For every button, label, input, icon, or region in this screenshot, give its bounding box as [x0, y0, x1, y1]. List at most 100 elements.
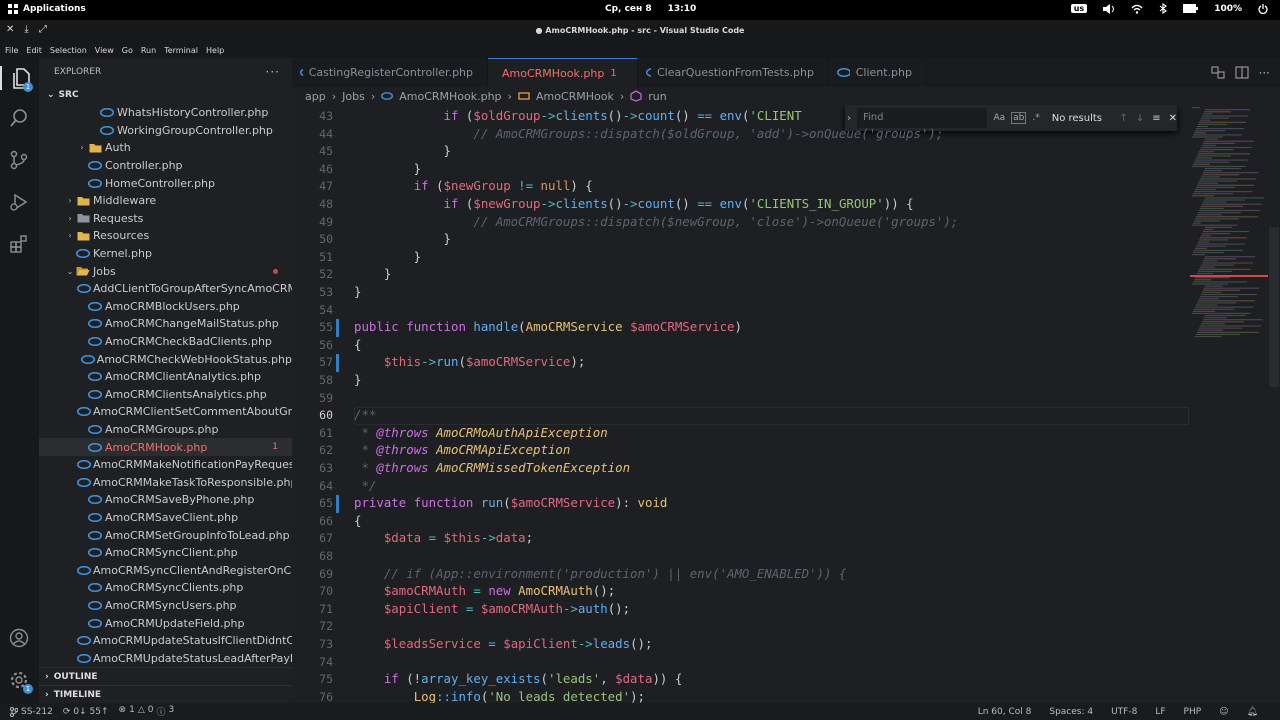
breadcrumb-item[interactable]: run: [648, 90, 666, 103]
tab-castingregistercontroller[interactable]: CastingRegisterController.php: [292, 58, 488, 87]
match-case-icon[interactable]: Aa: [993, 113, 1005, 123]
code-line[interactable]: $amoCRMAuth = new AmoCRMAuth();: [354, 583, 615, 598]
wifi-icon[interactable]: [1131, 4, 1143, 14]
run-debug-activity[interactable]: [7, 190, 31, 214]
applications-menu[interactable]: Applications: [8, 4, 86, 14]
compare-changes-icon[interactable]: [1211, 66, 1225, 79]
tree-folder[interactable]: › Requests: [39, 210, 292, 228]
code-line[interactable]: if ($newGroup->clients()->count() == env…: [354, 196, 914, 211]
menu-view[interactable]: View: [95, 46, 114, 55]
tree-file[interactable]: AmoCRMMakeTaskToResponsible.php: [39, 473, 292, 491]
menu-selection[interactable]: Selection: [50, 46, 87, 55]
code-line[interactable]: /**: [354, 407, 376, 422]
search-activity[interactable]: [7, 106, 31, 130]
explorer-activity[interactable]: 1: [0, 66, 39, 92]
code-line[interactable]: {: [354, 337, 361, 352]
tree-file[interactable]: HomeController.php: [39, 174, 292, 192]
code-line[interactable]: }: [354, 143, 451, 158]
code-line[interactable]: }: [354, 372, 361, 387]
tab-client[interactable]: Client.php: [829, 58, 927, 87]
sync-indicator[interactable]: ⟳ 0↓ 55↑: [63, 707, 109, 717]
code-line[interactable]: public function handle(AmoCRMService $am…: [354, 319, 742, 334]
code-line[interactable]: // if (App::environment('production') ||…: [354, 566, 847, 581]
tree-file[interactable]: AmoCRMSyncUsers.php: [39, 597, 292, 615]
menu-run[interactable]: Run: [141, 46, 156, 55]
tree-file[interactable]: AmoCRMMakeNotificationPayRequest....: [39, 456, 292, 474]
tree-folder[interactable]: › Auth: [39, 139, 292, 157]
code-line[interactable]: {: [354, 513, 361, 528]
tree-file[interactable]: AmoCRMCheckBadClients.php: [39, 333, 292, 351]
problems-indicator[interactable]: ⊗ 1 △ 0 ⓘ 3: [119, 705, 175, 718]
tree-file[interactable]: AmoCRMClientsAnalytics.php: [39, 386, 292, 404]
more-actions-icon[interactable]: ···: [266, 65, 280, 79]
code-line[interactable]: if ($oldGroup->clients()->count() == env…: [354, 108, 802, 123]
tab-clearquestionfromtests[interactable]: ClearQuestionFromTests.php: [638, 58, 829, 87]
source-control-activity[interactable]: [7, 148, 31, 172]
tree-folder[interactable]: ⌄ Jobs: [39, 262, 292, 280]
tree-file[interactable]: Controller.php: [39, 157, 292, 175]
volume-icon[interactable]: [1103, 3, 1115, 14]
code-line[interactable]: $apiClient = $amoCRMAuth->auth();: [354, 601, 630, 616]
vertical-scrollbar[interactable]: [1269, 227, 1279, 387]
breadcrumb-item[interactable]: Jobs: [342, 90, 365, 103]
tree-folder[interactable]: › Resources: [39, 227, 292, 245]
manage-activity[interactable]: 1: [7, 668, 33, 694]
system-tray[interactable]: us 100%: [1070, 3, 1268, 14]
tab-amocrmhook[interactable]: AmoCRMHook.php 1: [488, 58, 638, 87]
code-line[interactable]: * @throws AmoCRMoAuthApiException: [354, 425, 607, 440]
menu-help[interactable]: Help: [206, 46, 224, 55]
code-line[interactable]: * @throws AmoCRMMissedTokenException: [354, 460, 630, 475]
match-word-icon[interactable]: ab: [1011, 112, 1027, 124]
more-actions-icon[interactable]: ···: [1259, 66, 1270, 80]
code-line[interactable]: $data = $this->data;: [354, 530, 533, 545]
tree-file[interactable]: Kernel.php: [39, 245, 292, 263]
code-line[interactable]: Log::info('No leads detected');: [354, 689, 645, 703]
code-line[interactable]: }: [354, 161, 421, 176]
breadcrumb-item[interactable]: AmoCRMHook: [536, 90, 614, 103]
clock[interactable]: Ср, сен 8 13:10: [605, 4, 696, 14]
tree-file[interactable]: AmoCRMSaveByPhone.php: [39, 491, 292, 509]
code-line[interactable]: * @throws AmoCRMApiException: [354, 442, 570, 457]
split-editor-icon[interactable]: [1235, 66, 1249, 79]
language-mode[interactable]: PHP: [1184, 707, 1202, 717]
branch-indicator[interactable]: SS-212: [10, 706, 53, 717]
minimap[interactable]: [1190, 105, 1270, 703]
tree-file[interactable]: AddCLientToGroupAfterSyncAmoCRM...: [39, 280, 292, 298]
tree-file[interactable]: WorkingGroupController.php: [39, 122, 292, 140]
end-of-line[interactable]: LF: [1155, 707, 1165, 717]
menu-go[interactable]: Go: [122, 46, 133, 55]
tree-folder[interactable]: › Middleware: [39, 192, 292, 210]
code-line[interactable]: $this->run($amoCRMService);: [354, 354, 585, 369]
accounts-activity[interactable]: [7, 626, 31, 650]
code-line[interactable]: // AmoCRMGroups::dispatch($newGroup, 'cl…: [354, 214, 958, 229]
tree-file[interactable]: AmoCRMSetGroupInfoToLead.php: [39, 526, 292, 544]
menu-edit[interactable]: Edit: [26, 46, 42, 55]
tree-file[interactable]: AmoCRMClientSetCommentAboutGro...: [39, 403, 292, 421]
tree-file[interactable]: AmoCRMUpdateStatusIfClientDidntCo...: [39, 632, 292, 650]
arrow-up-icon[interactable]: ↑: [1119, 113, 1127, 124]
code-line[interactable]: }: [354, 266, 391, 281]
tree-file[interactable]: AmoCRMGroups.php: [39, 421, 292, 439]
power-icon[interactable]: [1258, 3, 1268, 14]
extensions-activity[interactable]: [7, 232, 31, 256]
code-line[interactable]: if ($newGroup != null) {: [354, 178, 593, 193]
close-icon[interactable]: ✕: [1169, 113, 1177, 124]
encoding[interactable]: UTF-8: [1111, 707, 1137, 717]
regex-icon[interactable]: .*: [1032, 113, 1039, 123]
tree-file[interactable]: AmoCRMClientAnalytics.php: [39, 368, 292, 386]
feedback-icon[interactable]: ☺: [1219, 707, 1228, 717]
keyboard-layout[interactable]: us: [1070, 4, 1088, 13]
code-line[interactable]: if (!array_key_exists('leads', $data)) {: [354, 671, 682, 686]
find-in-selection-icon[interactable]: ≡: [1152, 113, 1160, 124]
tree-file[interactable]: AmoCRMSyncClientAndRegisterOnCas...: [39, 561, 292, 579]
tree-file[interactable]: AmoCRMChangeMailStatus.php: [39, 315, 292, 333]
menu-file[interactable]: File: [5, 46, 18, 55]
code-editor[interactable]: › Find Aa ab .* No results ↑ ↓ ≡ ✕ 43 if…: [292, 105, 1280, 703]
menu-terminal[interactable]: Terminal: [164, 46, 198, 55]
tree-file[interactable]: AmoCRMUpdateField.php: [39, 614, 292, 632]
code-line[interactable]: }: [354, 284, 361, 299]
tree-file[interactable]: AmoCRMBlockUsers.php: [39, 298, 292, 316]
src-section-header[interactable]: ⌄ SRC: [39, 86, 292, 104]
tree-file[interactable]: AmoCRMSaveClient.php: [39, 509, 292, 527]
bluetooth-icon[interactable]: [1159, 3, 1168, 14]
